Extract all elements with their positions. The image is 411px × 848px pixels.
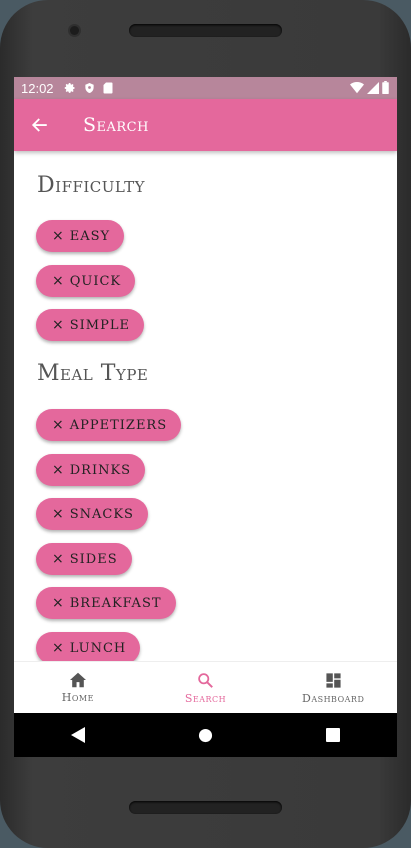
nav-dashboard-label: Dashboard bbox=[302, 691, 365, 705]
close-icon[interactable]: × bbox=[52, 228, 65, 244]
chip-label: SIMPLE bbox=[69, 317, 130, 333]
close-icon[interactable]: × bbox=[52, 317, 65, 333]
system-recents-button[interactable] bbox=[313, 715, 353, 755]
filter-content[interactable]: Difficulty × EASY × QUICK × SIMPLE Meal Typ… bbox=[14, 151, 397, 661]
search-icon bbox=[198, 672, 213, 688]
chip-lunch[interactable]: × LUNCH bbox=[36, 632, 141, 661]
bottom-speaker bbox=[129, 801, 282, 814]
shield-icon bbox=[84, 82, 94, 94]
back-button[interactable] bbox=[16, 99, 64, 151]
nav-search[interactable]: Search bbox=[142, 662, 270, 714]
bottom-navigation: Home Search Dashboard bbox=[14, 661, 397, 714]
chip-drinks[interactable]: × DRINKS bbox=[36, 454, 146, 486]
chip-simple[interactable]: × SIMPLE bbox=[36, 309, 144, 341]
close-icon[interactable]: × bbox=[52, 640, 65, 656]
nav-home-label: Home bbox=[61, 691, 94, 704]
close-icon[interactable]: × bbox=[52, 551, 65, 567]
sd-card-icon bbox=[103, 82, 113, 94]
chip-label: SIDES bbox=[69, 551, 118, 567]
screen: 12:02 Search Difficulty × EASY × QUICK × SI… bbox=[14, 77, 397, 757]
chip-quick[interactable]: × QUICK bbox=[36, 265, 136, 297]
top-speaker bbox=[129, 24, 282, 37]
close-icon[interactable]: × bbox=[52, 462, 65, 478]
close-icon[interactable]: × bbox=[52, 595, 65, 611]
nav-back-icon bbox=[70, 727, 85, 743]
app-bar: Search bbox=[14, 99, 397, 151]
chip-label: BREAKFAST bbox=[69, 595, 162, 611]
meal-type-heading: Meal Type bbox=[37, 361, 149, 386]
chip-sides[interactable]: × SIDES bbox=[36, 543, 132, 575]
nav-home-icon bbox=[198, 728, 213, 742]
home-icon bbox=[69, 672, 86, 688]
system-home-button[interactable] bbox=[185, 715, 225, 755]
wifi-icon bbox=[350, 81, 364, 93]
page-title: Search bbox=[83, 114, 149, 136]
chip-label: LUNCH bbox=[69, 640, 127, 656]
dashboard-icon bbox=[326, 672, 341, 688]
settings-icon bbox=[64, 83, 75, 93]
system-navigation-bar bbox=[14, 713, 397, 757]
nav-recents-icon bbox=[326, 728, 341, 742]
status-time: 12:02 bbox=[21, 80, 54, 96]
back-arrow-icon bbox=[31, 118, 47, 132]
chip-breakfast[interactable]: × BREAKFAST bbox=[36, 587, 176, 619]
chip-label: DRINKS bbox=[69, 462, 132, 478]
front-camera bbox=[70, 26, 79, 35]
status-bar: 12:02 bbox=[14, 77, 397, 99]
close-icon[interactable]: × bbox=[52, 417, 65, 433]
chip-easy[interactable]: × EASY bbox=[36, 220, 125, 252]
nav-search-label: Search bbox=[184, 691, 227, 705]
chip-label: SNACKS bbox=[69, 506, 134, 522]
chip-label: APPETIZERS bbox=[69, 417, 168, 433]
chip-label: EASY bbox=[69, 228, 111, 244]
phone-frame: 12:02 Search Difficulty × EASY × QUICK × SI… bbox=[0, 0, 411, 848]
close-icon[interactable]: × bbox=[52, 273, 65, 289]
difficulty-heading: Difficulty bbox=[37, 173, 146, 198]
system-back-button[interactable] bbox=[58, 715, 98, 755]
nav-home[interactable]: Home bbox=[14, 662, 142, 714]
close-icon[interactable]: × bbox=[52, 506, 65, 522]
chip-snacks[interactable]: × SNACKS bbox=[36, 498, 148, 530]
nav-dashboard[interactable]: Dashboard bbox=[269, 662, 397, 714]
chip-appetizers[interactable]: × APPETIZERS bbox=[36, 409, 182, 441]
signal-icon bbox=[367, 81, 379, 94]
battery-icon bbox=[382, 81, 389, 94]
chip-label: QUICK bbox=[69, 273, 122, 289]
